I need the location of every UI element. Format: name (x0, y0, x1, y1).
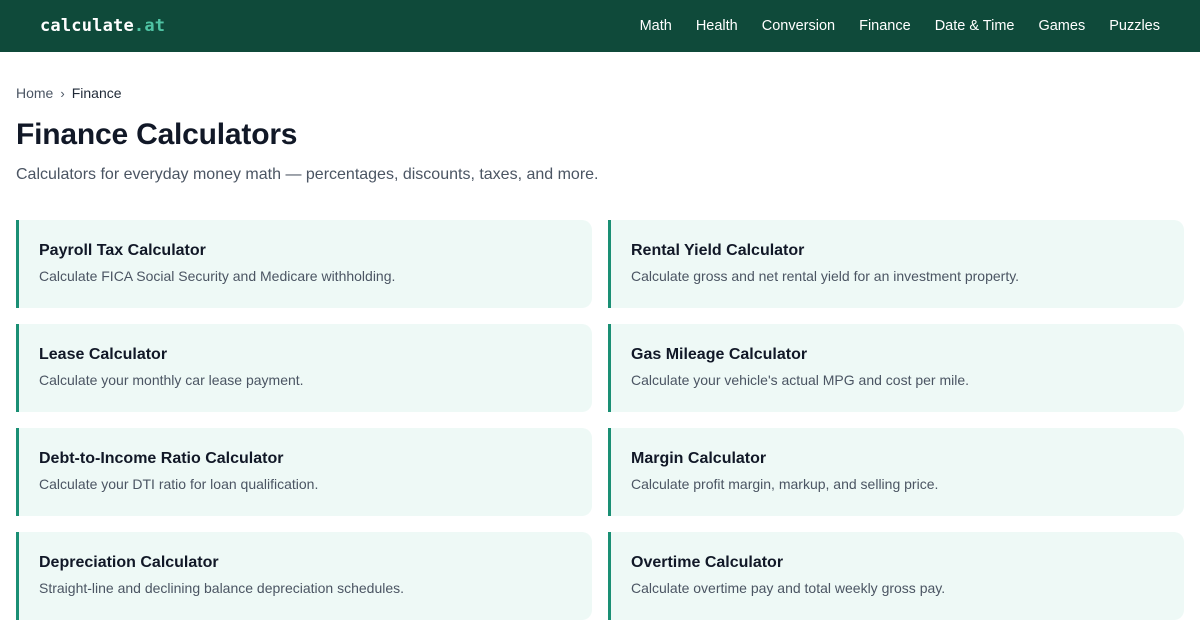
calculator-card-gas-mileage[interactable]: Gas Mileage Calculator Calculate your ve… (608, 324, 1184, 412)
breadcrumb-separator-icon: › (60, 85, 65, 101)
calculator-card-payroll-tax[interactable]: Payroll Tax Calculator Calculate FICA So… (16, 220, 592, 308)
calculator-card-debt-to-income[interactable]: Debt-to-Income Ratio Calculator Calculat… (16, 428, 592, 516)
calculator-card-depreciation[interactable]: Depreciation Calculator Straight-line an… (16, 532, 592, 620)
calculator-card-rental-yield[interactable]: Rental Yield Calculator Calculate gross … (608, 220, 1184, 308)
card-title: Depreciation Calculator (39, 554, 219, 571)
card-description: Calculate overtime pay and total weekly … (631, 580, 946, 596)
card-title: Debt-to-Income Ratio Calculator (39, 450, 284, 467)
card-title: Lease Calculator (39, 346, 168, 363)
card-title: Payroll Tax Calculator (39, 242, 206, 259)
nav-link-math[interactable]: Math (640, 18, 672, 34)
nav-link-finance[interactable]: Finance (859, 18, 911, 34)
calculator-card-lease[interactable]: Lease Calculator Calculate your monthly … (16, 324, 592, 412)
card-description: Calculate profit margin, markup, and sel… (631, 476, 939, 492)
card-title: Overtime Calculator (631, 554, 784, 571)
card-description: Calculate your vehicle's actual MPG and … (631, 372, 970, 388)
card-title: Gas Mileage Calculator (631, 346, 808, 363)
card-title: Margin Calculator (631, 450, 767, 467)
card-description: Straight-line and declining balance depr… (39, 580, 405, 596)
main-nav: Math Health Conversion Finance Date & Ti… (616, 18, 1160, 34)
card-description: Calculate FICA Social Security and Medic… (39, 268, 396, 284)
card-description: Calculate your monthly car lease payment… (39, 372, 304, 388)
page-title: Finance Calculators (16, 118, 298, 151)
calculator-card-overtime[interactable]: Overtime Calculator Calculate overtime p… (608, 532, 1184, 620)
logo-text: calculate (40, 16, 134, 36)
card-description: Calculate gross and net rental yield for… (631, 268, 1020, 284)
calculator-card-margin[interactable]: Margin Calculator Calculate profit margi… (608, 428, 1184, 516)
calculator-grid: Payroll Tax Calculator Calculate FICA So… (16, 220, 1184, 620)
top-navbar: calculate.at Math Health Conversion Fina… (0, 0, 1200, 52)
page-subtitle: Calculators for everyday money math — pe… (16, 166, 599, 183)
nav-link-games[interactable]: Games (1038, 18, 1085, 34)
breadcrumb-home-link[interactable]: Home (16, 85, 53, 101)
nav-link-health[interactable]: Health (696, 18, 738, 34)
site-logo[interactable]: calculate.at (40, 16, 165, 36)
nav-link-puzzles[interactable]: Puzzles (1109, 18, 1160, 34)
nav-link-conversion[interactable]: Conversion (762, 18, 835, 34)
breadcrumb: Home › Finance (16, 85, 122, 101)
logo-tld: .at (133, 16, 166, 36)
card-title: Rental Yield Calculator (631, 242, 805, 259)
breadcrumb-current: Finance (71, 85, 122, 101)
nav-link-date-time[interactable]: Date & Time (935, 18, 1015, 34)
card-description: Calculate your DTI ratio for loan qualif… (39, 476, 319, 492)
